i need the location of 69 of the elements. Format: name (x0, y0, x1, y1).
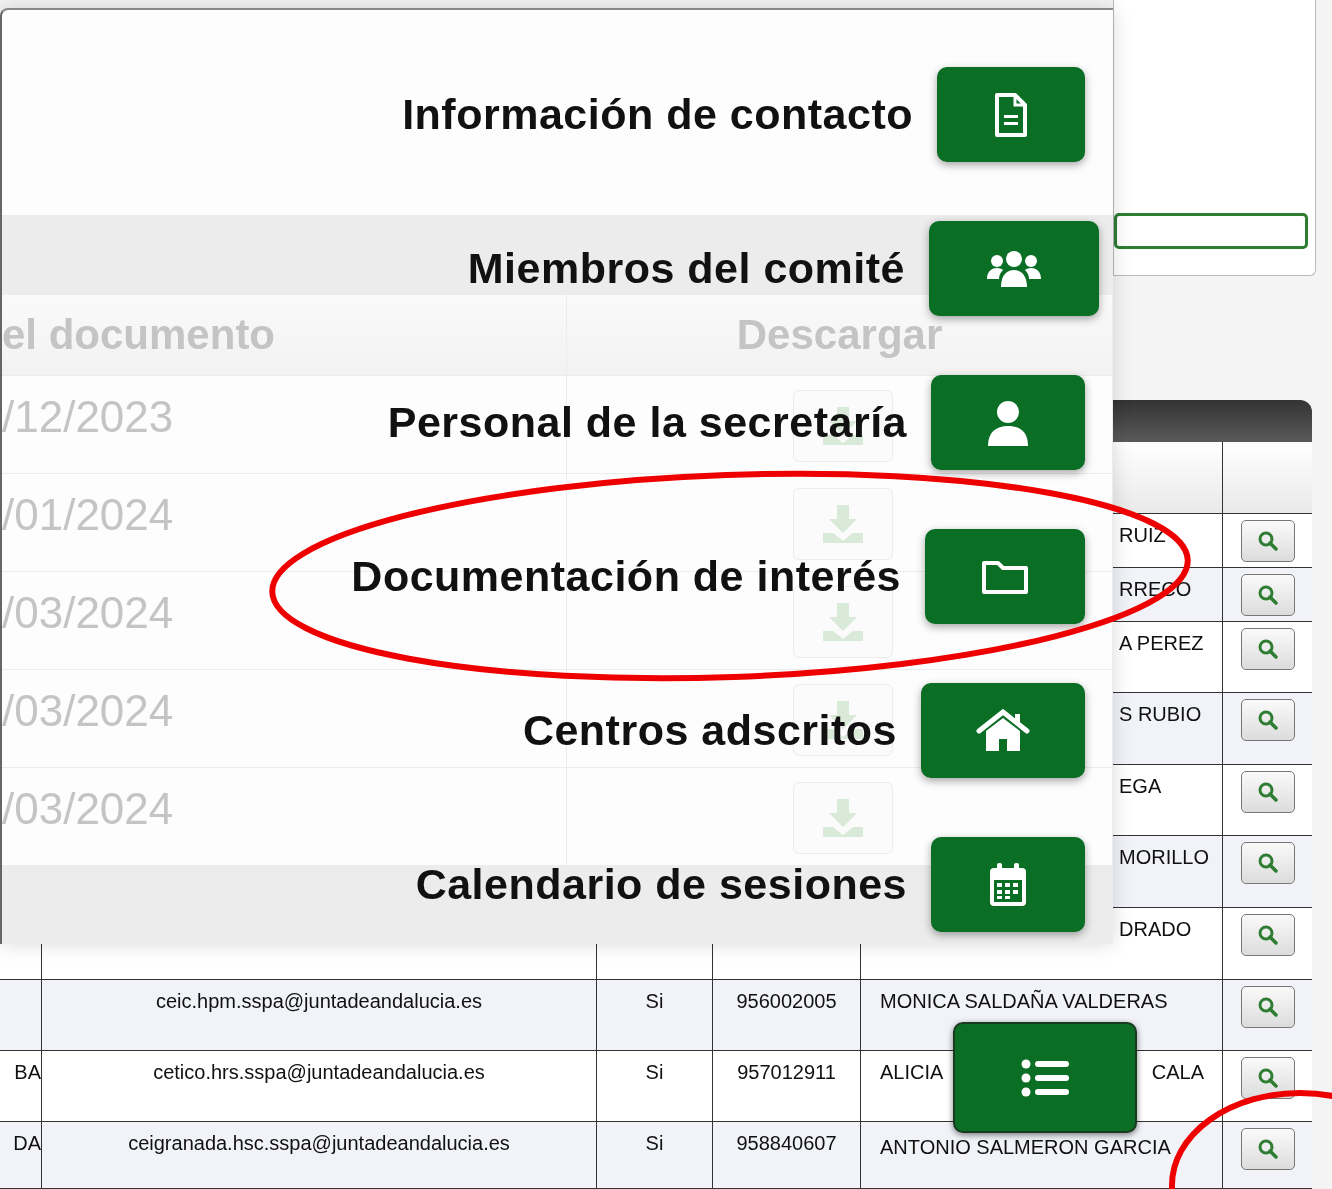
input-field[interactable] (1114, 213, 1308, 249)
search-button[interactable] (1240, 628, 1295, 670)
person-icon (987, 399, 1029, 446)
house-icon (976, 708, 1030, 753)
date-text: /03/2024 (2, 685, 174, 736)
menu-label[interactable]: Centros adscritos (522, 706, 897, 755)
menu-button[interactable] (931, 375, 1085, 470)
name-text: A PEREZ (1119, 632, 1204, 656)
menu-label[interactable]: Miembros del comité (467, 244, 905, 293)
search-button[interactable] (1240, 1128, 1295, 1170)
menu-button[interactable] (929, 221, 1099, 316)
search-icon (1256, 852, 1279, 874)
name-text: ANTONIO SALMERON GARCIA (880, 1136, 1171, 1160)
search-button[interactable] (1240, 842, 1295, 884)
search-button[interactable] (1240, 986, 1295, 1028)
phone-text: 957012911 (737, 1061, 836, 1083)
list-icon (1021, 1058, 1069, 1097)
menu-button[interactable] (921, 683, 1085, 778)
search-icon (1256, 781, 1279, 803)
name-text: MORILLO (1119, 846, 1210, 870)
search-button[interactable] (1240, 914, 1295, 956)
date-text: /01/2024 (2, 489, 174, 540)
document-icon (993, 92, 1029, 137)
folder-icon (981, 558, 1029, 595)
search-icon (1256, 1067, 1279, 1089)
date-text: /12/2023 (2, 391, 174, 442)
menu-label[interactable]: Documentación de interés (351, 552, 901, 601)
date-text: /03/2024 (2, 587, 174, 638)
menu-button[interactable] (937, 67, 1085, 162)
menu-label[interactable]: Información de contacto (402, 90, 913, 139)
calendar-icon (988, 861, 1028, 908)
name-text: EGA (1119, 775, 1162, 799)
table-cell-text: Si (645, 1061, 664, 1083)
phone-text: 956002005 (736, 990, 837, 1012)
menu-toggle-button[interactable] (953, 1022, 1137, 1133)
menu-button[interactable] (925, 529, 1085, 624)
download-icon (821, 503, 865, 545)
email-text: cetico.hrs.sspa@juntadeandalucia.es (153, 1061, 485, 1083)
email-text: ceigranada.hsc.sspa@juntadeandalucia.es (128, 1132, 510, 1154)
search-icon (1256, 638, 1279, 660)
search-icon (1256, 584, 1279, 606)
table-cell-text: BA (14, 1061, 41, 1083)
table-cell-text: DA (13, 1132, 41, 1154)
search-icon (1256, 530, 1279, 552)
search-button[interactable] (1240, 574, 1295, 616)
name-text: CALA (1151, 1061, 1204, 1085)
download-icon (821, 601, 865, 643)
menu-label[interactable]: Calendario de sesiones (415, 860, 907, 909)
search-button[interactable] (1240, 1057, 1295, 1099)
search-button[interactable] (1240, 520, 1295, 562)
search-icon (1256, 709, 1279, 731)
table-cell-text: Si (645, 1132, 664, 1154)
search-icon (1256, 1138, 1279, 1160)
table-cell-text: Si (645, 990, 664, 1012)
name-text: DRADO (1119, 918, 1192, 942)
name-text: MONICA SALDAÑA VALDERAS (880, 990, 1168, 1014)
name-text: S RUBIO (1119, 703, 1202, 727)
search-button[interactable] (1240, 699, 1295, 741)
phone-text: 958840607 (736, 1132, 837, 1154)
date-text: /03/2024 (2, 783, 174, 834)
menu-button[interactable] (931, 837, 1085, 932)
search-button[interactable] (1240, 771, 1295, 813)
search-icon (1256, 924, 1279, 946)
download-icon (821, 797, 865, 839)
group-icon (985, 248, 1043, 289)
search-icon (1256, 996, 1279, 1018)
menu-label[interactable]: Personal de la secretaría (387, 398, 907, 447)
name-text: ALICIA (880, 1061, 944, 1085)
email-text: ceic.hpm.sspa@juntadeandalucia.es (155, 990, 483, 1012)
